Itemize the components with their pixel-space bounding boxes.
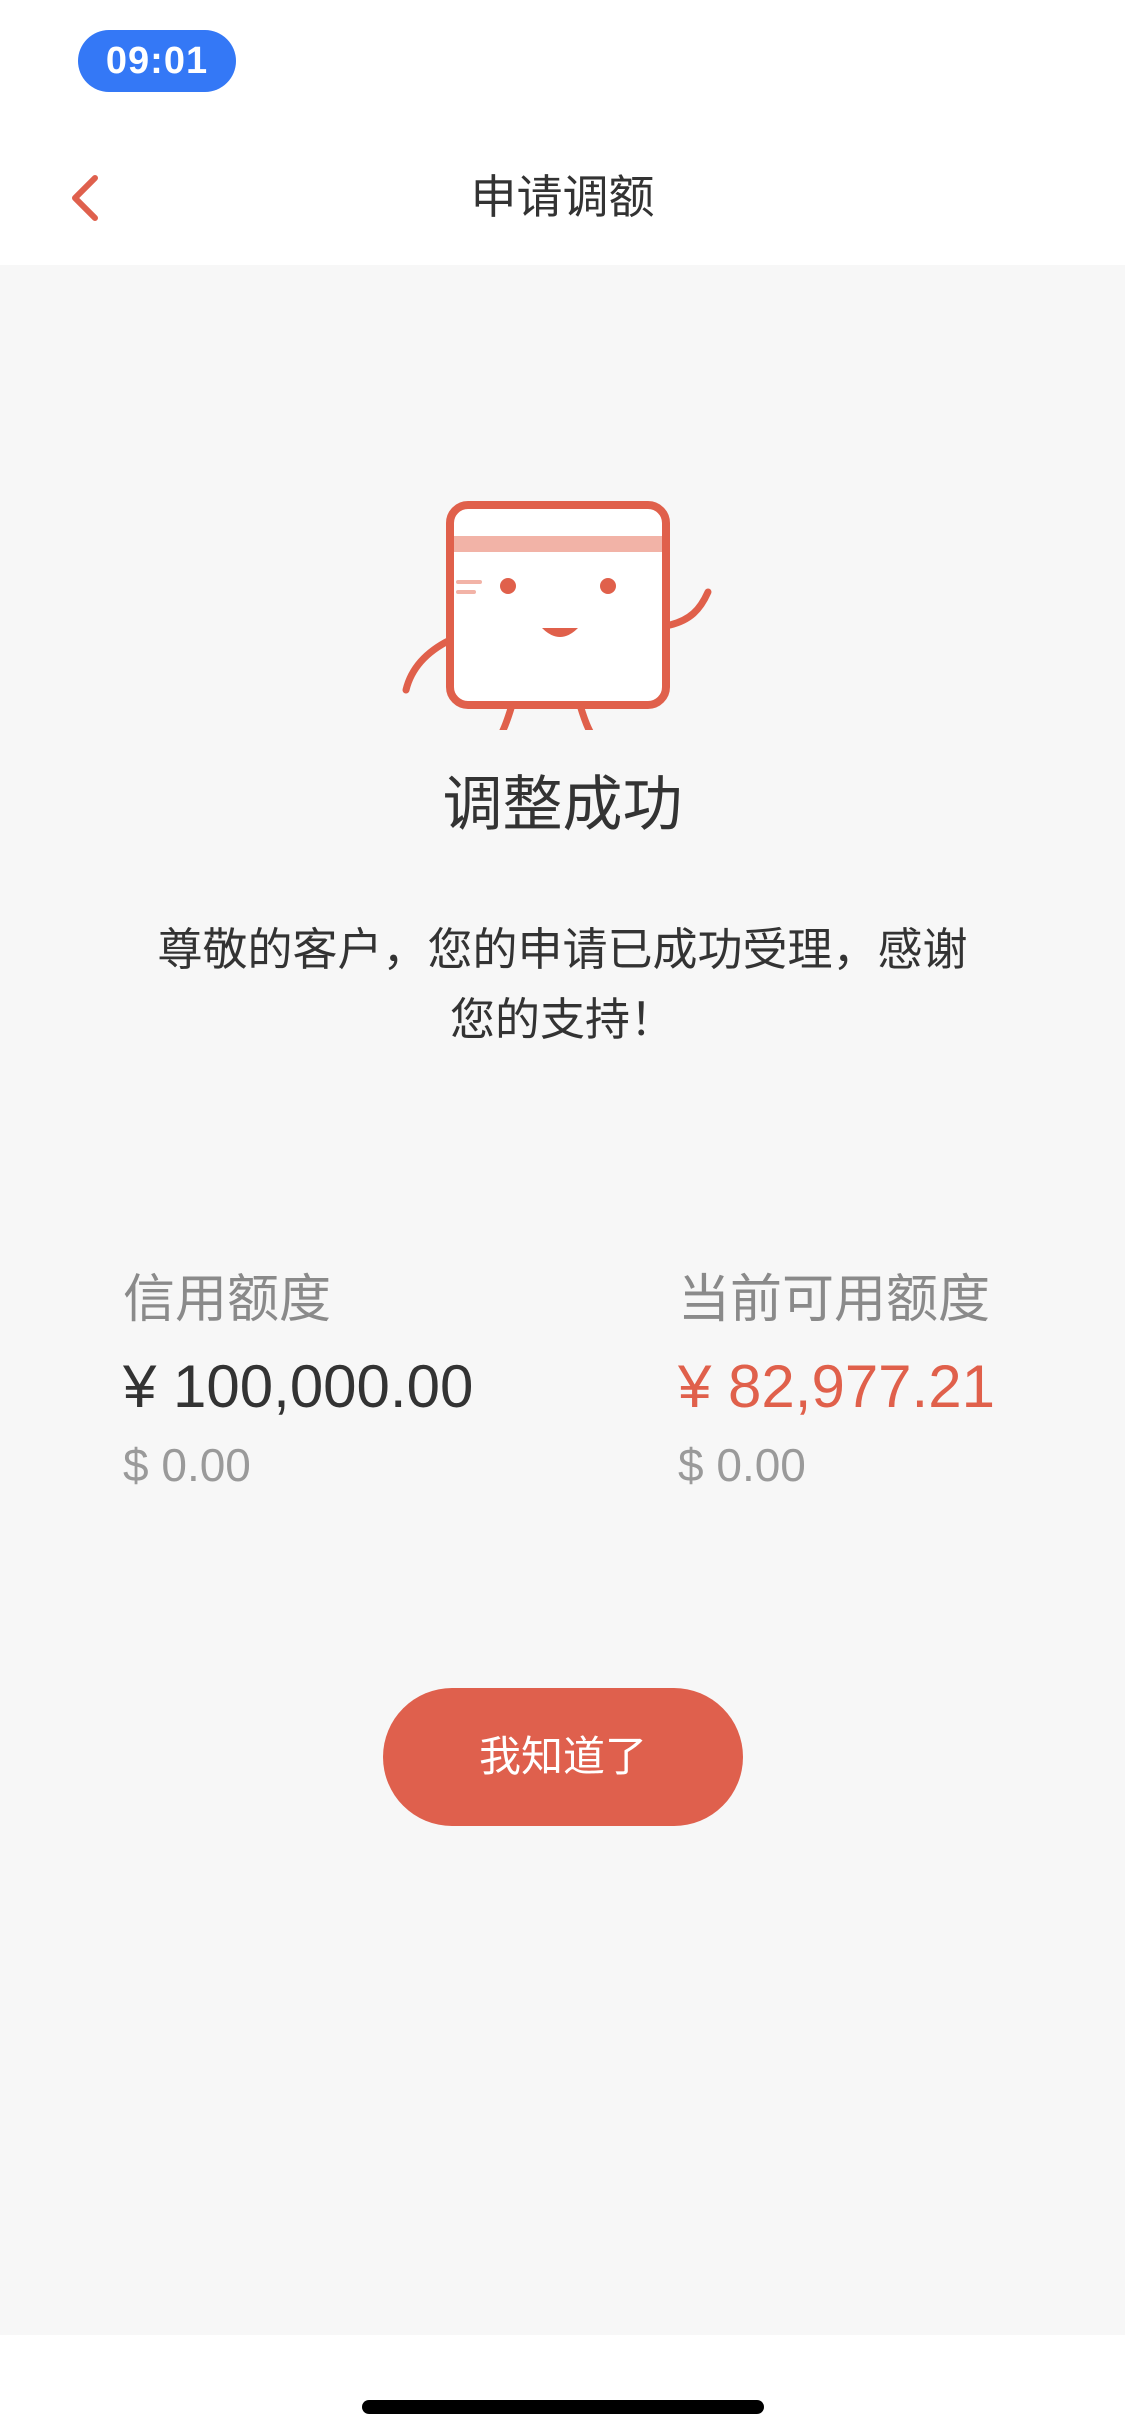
main-content: 调整成功 尊敬的客户，您的申请已成功受理，感谢 您的支持！ 信用额度 ¥ 100…: [0, 265, 1125, 2335]
status-time: 09:01: [78, 30, 236, 92]
credit-limit-cny: ¥ 100,000.00: [123, 1353, 474, 1420]
available-limit-block: 当前可用额度 ¥ 82,977.21 $ 0.00: [678, 1265, 995, 1495]
available-limit-label: 当前可用额度: [678, 1270, 991, 1330]
home-indicator[interactable]: [362, 2400, 764, 2414]
navigation-bar: 申请调额: [0, 130, 1125, 265]
back-button[interactable]: [50, 160, 120, 235]
chevron-left-icon: [72, 174, 98, 221]
credit-limit-label: 信用额度: [123, 1270, 332, 1330]
status-bar: 09:01: [0, 0, 1125, 130]
result-message-line-1: 尊敬的客户，您的申请已成功受理，感谢: [157, 923, 968, 976]
card-mascot-icon: [402, 501, 712, 730]
result-title: 调整成功: [442, 770, 683, 840]
credit-limit-usd: $ 0.00: [123, 1439, 251, 1491]
home-indicator-area: [0, 2335, 1125, 2435]
available-limit-cny: ¥ 82,977.21: [678, 1353, 995, 1420]
page-title: 申请调额: [470, 170, 655, 224]
credit-limit-block: 信用额度 ¥ 100,000.00 $ 0.00: [123, 1265, 473, 1495]
result-message-line-2: 您的支持！: [449, 993, 675, 1046]
confirm-button[interactable]: 我知道了: [383, 1688, 743, 1826]
available-limit-usd: $ 0.00: [678, 1439, 806, 1491]
result-message: 尊敬的客户，您的申请已成功受理，感谢 您的支持！: [115, 915, 1010, 1055]
